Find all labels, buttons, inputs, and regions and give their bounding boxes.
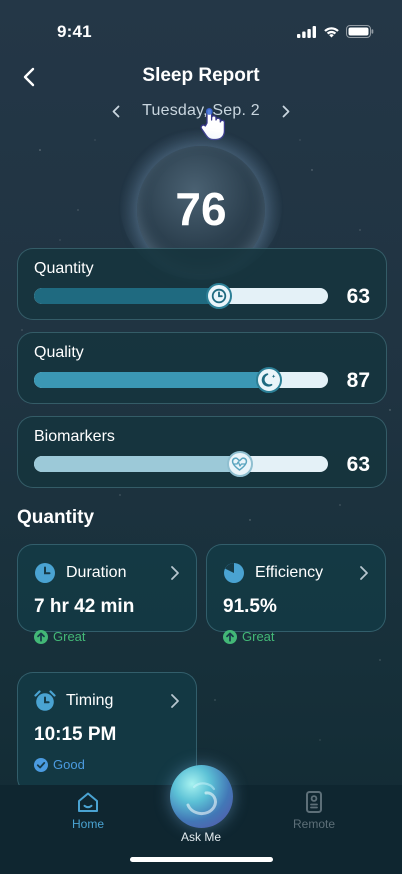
status-badge: Great bbox=[223, 629, 275, 644]
metric-label: Quantity bbox=[34, 260, 94, 277]
next-date-button[interactable] bbox=[276, 101, 296, 121]
status-label: Great bbox=[53, 629, 86, 644]
chevron-right-icon bbox=[282, 105, 290, 117]
arrow-up-circle-icon bbox=[223, 629, 237, 644]
clock-icon bbox=[212, 288, 227, 304]
home-icon bbox=[78, 792, 98, 812]
metric-bar-fill bbox=[34, 456, 240, 472]
status-bar: 9:41 bbox=[0, 0, 402, 60]
sleep-score-value: 76 bbox=[175, 183, 227, 235]
metric-bar-fill bbox=[34, 372, 270, 388]
detail-title: Efficiency bbox=[255, 564, 324, 581]
battery-icon bbox=[346, 25, 374, 38]
remote-icon bbox=[306, 791, 322, 813]
cellular-signal-icon bbox=[297, 25, 316, 38]
ask-me-button[interactable] bbox=[170, 765, 233, 828]
page-title: Sleep Report bbox=[142, 65, 260, 86]
status-label: Good bbox=[53, 757, 85, 772]
metric-card-quality[interactable]: Quality 87 bbox=[17, 332, 387, 404]
detail-card-efficiency[interactable]: Efficiency 91.5% Great bbox=[206, 544, 386, 644]
metric-bar-fill bbox=[34, 288, 220, 304]
previous-date-button[interactable] bbox=[106, 101, 126, 121]
detail-value: 10:15 PM bbox=[34, 724, 117, 745]
metric-bar-knob bbox=[226, 451, 253, 477]
metric-bar bbox=[34, 367, 328, 393]
metric-label: Quality bbox=[34, 344, 84, 361]
detail-title: Duration bbox=[66, 564, 127, 581]
nav-remote[interactable]: Remote bbox=[279, 791, 349, 835]
ask-me-label: Ask Me bbox=[180, 830, 221, 844]
wifi-icon bbox=[324, 26, 339, 37]
check-circle-icon bbox=[34, 757, 48, 772]
pie-chart-icon bbox=[224, 563, 244, 583]
clock-icon bbox=[35, 563, 55, 583]
detail-title: Timing bbox=[66, 692, 114, 709]
metric-bar-knob bbox=[206, 283, 233, 309]
metric-value: 63 bbox=[346, 453, 370, 476]
metric-value: 87 bbox=[346, 369, 370, 392]
chevron-left-icon bbox=[112, 105, 120, 117]
alarm-clock-icon bbox=[34, 690, 56, 711]
chevron-right-icon bbox=[171, 566, 179, 580]
metric-bar bbox=[34, 451, 328, 477]
status-badge: Great bbox=[34, 629, 86, 644]
status-icons bbox=[297, 25, 374, 38]
metric-value: 63 bbox=[346, 285, 370, 308]
nav-remote-label: Remote bbox=[292, 817, 336, 831]
metric-label: Biomarkers bbox=[34, 428, 115, 445]
nav-home-label: Home bbox=[71, 817, 104, 831]
status-label: Great bbox=[242, 629, 275, 644]
metric-card-quantity[interactable]: Quantity 63 bbox=[17, 248, 387, 320]
sleep-report-screen: 9:41 Sleep Report Tuesday, Sep. 2 76 Qua… bbox=[0, 0, 402, 874]
detail-value: 91.5% bbox=[223, 596, 277, 617]
moon-icon bbox=[261, 373, 276, 387]
arrow-up-circle-icon bbox=[34, 629, 48, 644]
heart-pulse-icon bbox=[232, 457, 248, 471]
metric-bar bbox=[34, 283, 328, 309]
status-time: 9:41 bbox=[57, 22, 92, 41]
status-badge: Good bbox=[34, 757, 85, 772]
orb-swirl-icon bbox=[186, 782, 217, 815]
metric-bar-knob bbox=[256, 367, 283, 393]
metric-card-biomarkers[interactable]: Biomarkers 63 bbox=[17, 416, 387, 488]
detail-value: 7 hr 42 min bbox=[34, 596, 135, 617]
nav-home[interactable]: Home bbox=[53, 791, 123, 835]
section-title-quantity: Quantity bbox=[17, 507, 95, 528]
detail-card-duration[interactable]: Duration 7 hr 42 min Great bbox=[17, 544, 197, 644]
chevron-right-icon bbox=[360, 566, 368, 580]
chevron-right-icon bbox=[171, 694, 179, 708]
home-indicator[interactable] bbox=[130, 857, 273, 862]
